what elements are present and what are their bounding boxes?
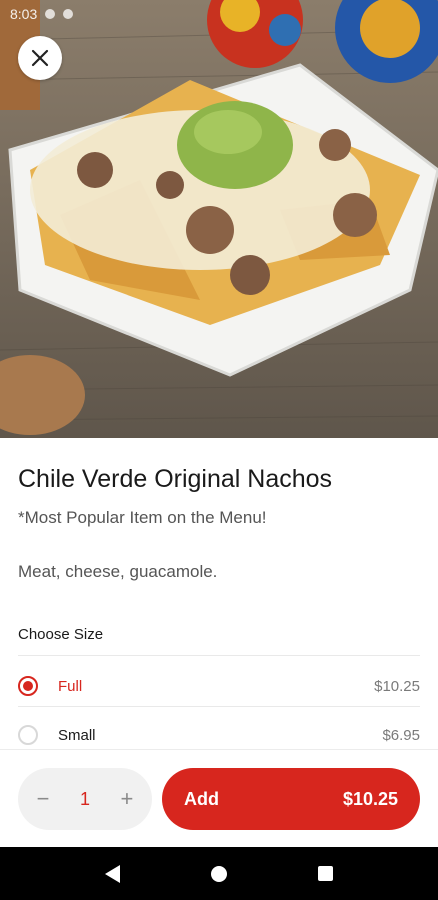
home-icon[interactable] <box>210 865 227 882</box>
location-icon <box>63 9 74 19</box>
add-to-cart-button[interactable]: Add $10.25 <box>162 768 420 830</box>
back-icon[interactable] <box>105 864 121 883</box>
item-subtitle: *Most Popular Item on the Menu! <box>18 508 267 527</box>
quantity-value: 1 <box>79 788 90 809</box>
close-button[interactable] <box>18 36 62 80</box>
settings-icon <box>45 9 56 19</box>
item-title: Chile Verde Original Nachos <box>18 465 333 493</box>
add-button-label: Add <box>184 788 219 809</box>
radio-unselected[interactable] <box>18 725 38 745</box>
size-option-price: $10.25 <box>374 677 420 695</box>
size-section-label: Choose Size <box>18 626 104 643</box>
size-option-price: $6.95 <box>382 726 420 744</box>
status-time: 8:03 <box>10 6 38 22</box>
increment-button[interactable]: + <box>116 788 138 810</box>
recents-icon[interactable] <box>317 866 333 881</box>
size-option-full[interactable]: Full $10.25 <box>18 666 420 706</box>
add-to-cart-bar: − 1 + Add $10.25 <box>0 749 438 848</box>
radio-selected[interactable] <box>18 676 38 696</box>
hero-image <box>0 0 438 438</box>
size-option-label: Small <box>58 726 96 744</box>
item-description: Meat, cheese, guacamole. <box>18 562 218 581</box>
add-button-price: $10.25 <box>342 788 398 809</box>
divider <box>18 706 420 707</box>
close-icon <box>31 49 49 67</box>
system-nav-bar <box>0 847 438 900</box>
status-bar: 8:03 <box>0 0 438 28</box>
quantity-stepper: − 1 + <box>18 768 152 830</box>
size-option-label: Full <box>58 677 83 695</box>
divider <box>18 655 420 656</box>
decrement-button[interactable]: − <box>32 788 54 810</box>
